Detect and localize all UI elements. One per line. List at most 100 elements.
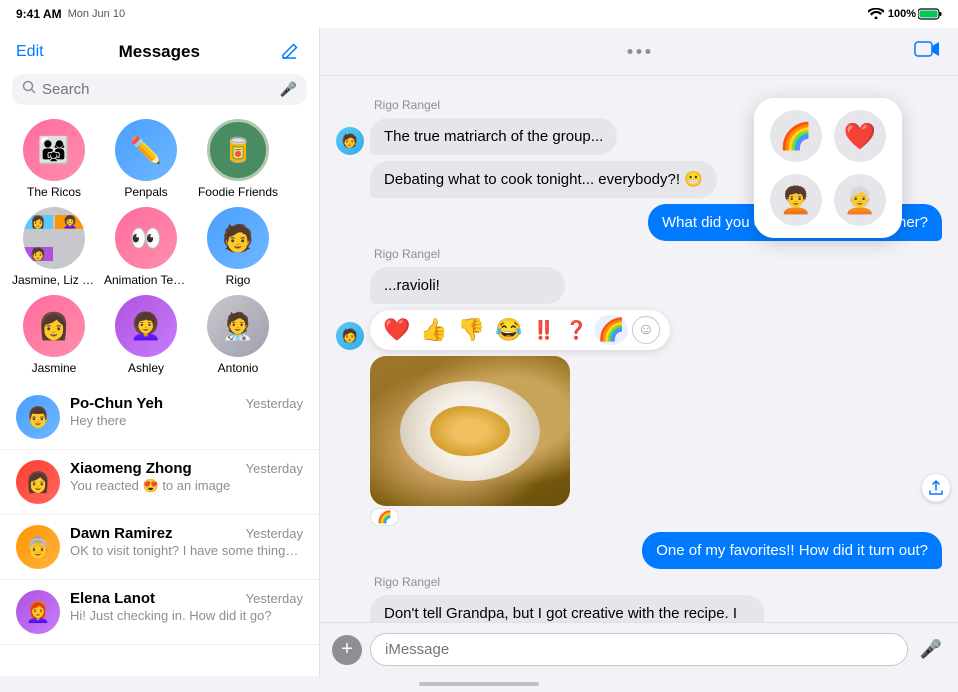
emoji-popup-person2[interactable]: 🧑‍🦳 [834,174,886,226]
msg-sender-label-2: Rigo Rangel [374,247,942,261]
reaction-rainbow[interactable]: 🌈 [594,315,627,345]
conv-time: Yesterday [246,526,303,541]
conv-item-pochun[interactable]: 👨 Po-Chun Yeh Yesterday Hey there [0,385,319,450]
message-bubble: Don't tell Grandpa, but I got creative w… [370,595,764,622]
message-row-4: 🧑 ...ravioli! ❤️ 👍 👎 😂 ‼️ ❓ 🌈 ☺ [336,267,942,350]
conv-item-dawn[interactable]: 👵 Dawn Ramirez Yesterday OK to visit ton… [0,515,319,580]
message-bubble: Debating what to cook tonight... everybo… [370,161,717,198]
message-bubble: One of my favorites!! How did it turn ou… [642,532,942,569]
message-bubble: ...ravioli! [370,267,565,304]
pinned-name: Antonio [196,361,280,375]
conv-time: Yesterday [246,591,303,606]
header-dots [628,49,651,54]
reaction-tag[interactable]: 🌈 [370,508,399,526]
message-row-7: 🧑 Don't tell Grandpa, but I got creative… [336,595,942,622]
pinned-name: Jasmine [12,361,96,375]
conv-name: Elena Lanot [70,590,155,607]
conv-name: Xiaomeng Zhong [70,460,192,477]
reaction-haha[interactable]: 😂 [492,315,525,345]
food-item [430,406,510,456]
conv-avatar: 👩‍🦰 [16,590,60,634]
reaction-add-emoji[interactable]: ☺ [632,316,660,344]
msg-avatar: 🧑 [336,127,364,155]
mic-search-icon[interactable]: 🎤 [280,81,297,98]
reaction-thumbsdown[interactable]: 👎 [455,315,488,345]
pinned-name: Jasmine, Liz & Rigo [12,273,96,287]
pinned-avatar: ✏️ [115,119,177,181]
home-bar [419,682,539,686]
pinned-avatar: 🧑 [207,207,269,269]
pinned-contact-jasmine-liz[interactable]: 👩 👩‍🦱 🧑 Jasmine, Liz & Rigo [12,207,96,287]
message-row-6: One of my favorites!! How did it turn ou… [336,532,942,569]
reaction-exclaim[interactable]: ‼️ [530,318,558,343]
status-bar-right: 100% [868,7,942,22]
reaction-heart[interactable]: ❤️ [380,315,413,345]
reaction-question[interactable]: ❓ [562,318,590,343]
sidebar-title: Messages [44,42,275,62]
pinned-avatar: 👩‍🦱 [115,295,177,357]
search-bar[interactable]: 🎤 [12,74,307,105]
pinned-contact-ricos[interactable]: 👨‍👩‍👧 The Ricos [12,119,96,199]
status-time: 9:41 AM [16,7,62,21]
battery-label: 100% [888,8,916,20]
pinned-contact-animation[interactable]: 👀 Animation Team [104,207,188,287]
dot [646,49,651,54]
conv-avatar: 👵 [16,525,60,569]
pinned-name: Foodie Friends [196,185,280,199]
sidebar: Edit Messages 🎤 [0,28,320,676]
emoji-popup-heart[interactable]: ❤️ [834,110,886,162]
pinned-contact-antonio[interactable]: 🧑‍⚕️ Antonio [196,295,280,375]
conv-info: Xiaomeng Zhong Yesterday You reacted 😍 t… [70,460,303,494]
battery-icon: 100% [888,8,942,20]
pinned-contact-penpals[interactable]: ✏️ Penpals [104,119,188,199]
message-bubble: The true matriarch of the group... [370,118,617,155]
conv-preview: You reacted 😍 to an image [70,478,303,494]
dot [637,49,642,54]
reaction-thumbsup[interactable]: 👍 [417,315,450,345]
pinned-contact-jasmine[interactable]: 👩 Jasmine [12,295,96,375]
chat-header [320,28,958,76]
search-icon [22,80,36,99]
emoji-reaction-popup: 🌈 ❤️ 🧑‍🦱 🧑‍🦳 [754,98,902,238]
pinned-avatar: 🧑‍⚕️ [207,295,269,357]
chat-messages: 🌈 ❤️ 🧑‍🦱 🧑‍🦳 Rigo Rangel 🧑 The true matr… [320,76,958,622]
conv-info: Elena Lanot Yesterday Hi! Just checking … [70,590,303,623]
conv-top: Po-Chun Yeh Yesterday [70,395,303,412]
edit-button[interactable]: Edit [16,43,44,61]
image-inner [370,356,570,506]
pinned-name: The Ricos [12,185,96,199]
share-button[interactable] [922,474,950,502]
status-day: Mon Jun 10 [68,8,125,20]
conv-info: Po-Chun Yeh Yesterday Hey there [70,395,303,428]
emoji-popup-person1[interactable]: 🧑‍🦱 [770,174,822,226]
emoji-popup-rainbow[interactable]: 🌈 [770,110,822,162]
pinned-name: Animation Team [104,273,188,287]
search-input[interactable] [42,81,274,98]
add-attachments-button[interactable]: + [332,635,362,665]
plate-visual [400,381,540,481]
pinned-avatar: 🥫 [207,119,269,181]
pinned-contact-ashley[interactable]: 👩‍🦱 Ashley [104,295,188,375]
conv-item-elena[interactable]: 👩‍🦰 Elena Lanot Yesterday Hi! Just check… [0,580,319,645]
conv-preview: OK to visit tonight? I have some things … [70,543,303,558]
compose-button[interactable] [275,38,303,66]
app-container: Edit Messages 🎤 [0,28,958,676]
conv-item-xiaomeng[interactable]: 👩 Xiaomeng Zhong Yesterday You reacted 😍… [0,450,319,515]
message-input[interactable] [370,633,908,666]
image-reaction-row: 🌈 [370,508,942,526]
dictation-button[interactable]: 🎤 [916,635,946,665]
pinned-section: 👨‍👩‍👧 The Ricos ✏️ Penpals 🥫 [0,115,319,385]
dot [628,49,633,54]
sidebar-header: Edit Messages [0,28,319,74]
pinned-contact-rigo[interactable]: 🧑 Rigo [196,207,280,287]
pinned-contact-foodie[interactable]: 🥫 Foodie Friends [196,119,280,199]
video-call-button[interactable] [914,39,942,64]
conv-preview: Hey there [70,413,303,428]
image-message [370,356,570,506]
conv-time: Yesterday [246,396,303,411]
msg-sender-label-3: Rigo Rangel [374,575,942,589]
reaction-bar: ❤️ 👍 👎 😂 ‼️ ❓ 🌈 ☺ [370,310,670,350]
conv-top: Elena Lanot Yesterday [70,590,303,607]
conv-top: Xiaomeng Zhong Yesterday [70,460,303,477]
status-bar-left: 9:41 AM Mon Jun 10 [16,7,125,21]
